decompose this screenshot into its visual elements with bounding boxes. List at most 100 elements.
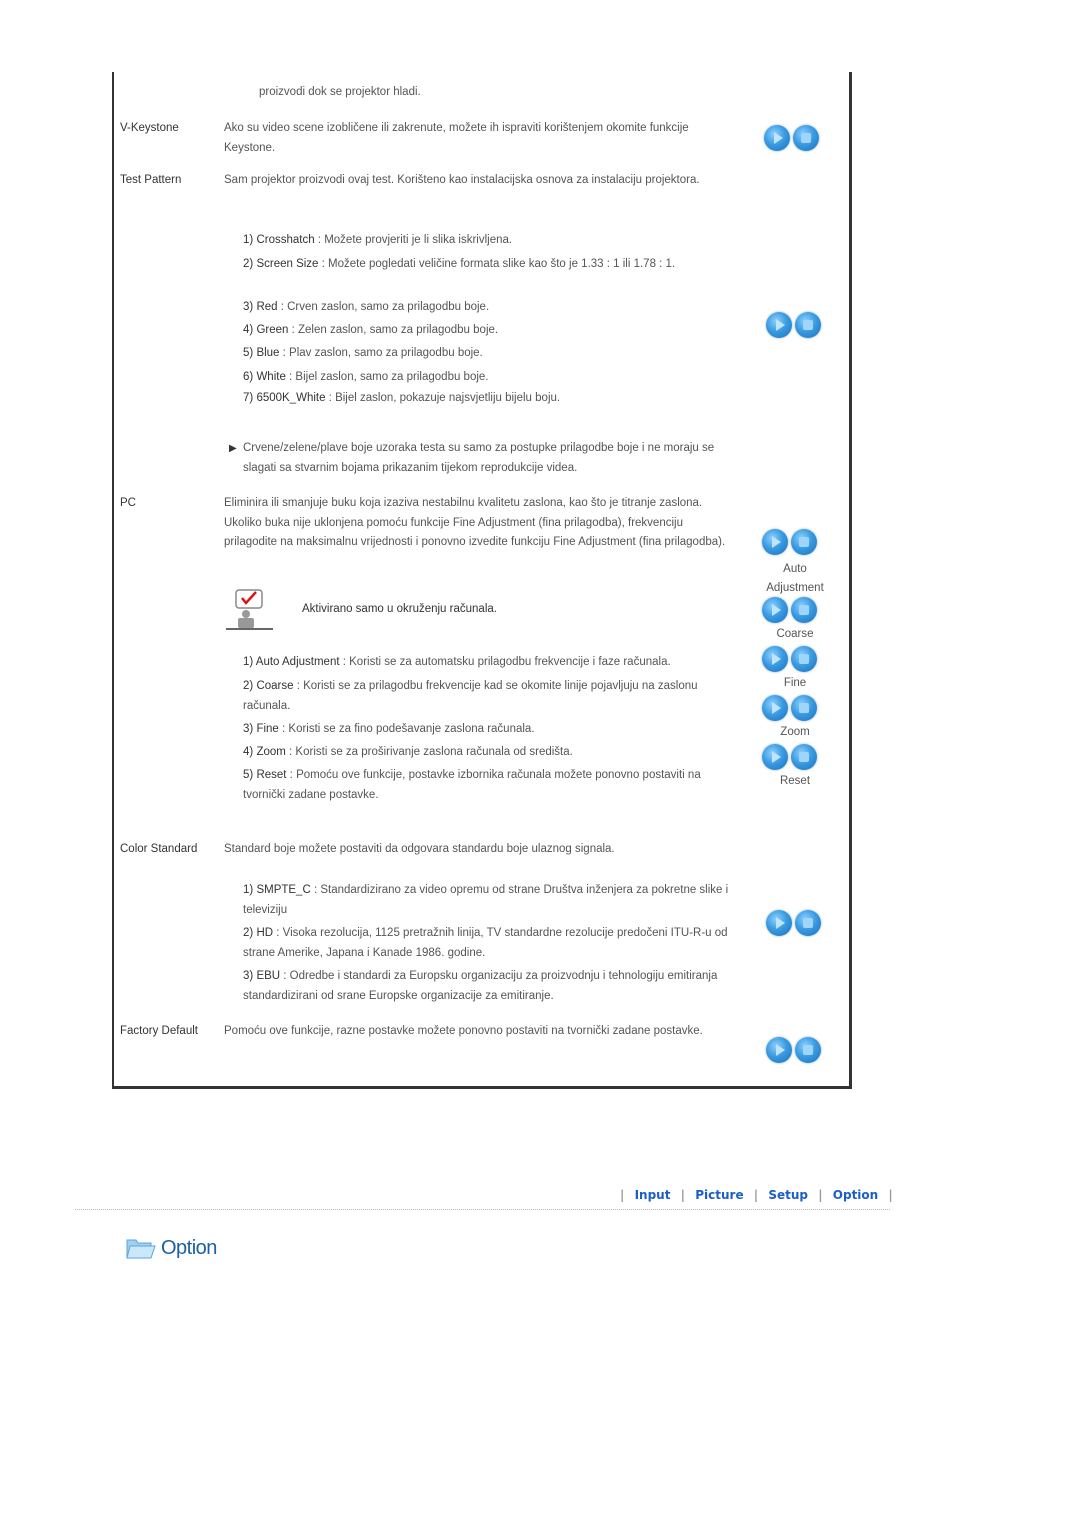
item-text: : Standardizirano za video opremu od str… [243,884,729,916]
play-icon[interactable] [766,910,792,936]
item-text: : Odredbe i standardi za Europsku organi… [243,970,718,1002]
factory-default-label: Factory Default [120,1025,198,1037]
list-item: 5) Reset : Pomoću ove funkcije, postavke… [243,766,733,805]
item-num: 5) [243,347,254,359]
item-text: : Pomoću ove funkcije, postavke izbornik… [243,769,701,801]
nav-link-picture[interactable]: Picture [695,1188,743,1202]
item-num: 3) [243,723,254,735]
nav-link-option[interactable]: Option [833,1188,878,1202]
auto-adjustment-media-buttons [762,529,817,555]
section-nav: | Input | Picture | Setup | Option | [620,1188,893,1202]
stop-icon[interactable] [791,597,817,623]
bullet-arrow-icon: ▶ [229,443,237,454]
play-icon[interactable] [762,529,788,555]
intro-tail: proizvodi dok se projektor hladi. [259,86,421,98]
item-text: : Visoka rezolucija, 1125 pretražnih lin… [243,927,728,959]
folder-icon [126,1239,156,1259]
item-key: EBU [256,970,281,982]
play-icon[interactable] [762,597,788,623]
list-item: 2) HD : Visoka rezolucija, 1125 pretražn… [243,924,733,963]
item-key: 6500K_White [256,392,326,404]
item-num: 5) [243,769,254,781]
stop-icon[interactable] [791,744,817,770]
item-key: SMPTE_C [256,884,311,896]
item-text: : Zelen zaslon, samo za prilagodbu boje. [288,324,499,336]
list-item: 3) Red : Crven zaslon, samo za prilagodb… [243,298,733,318]
stop-icon[interactable] [795,312,821,338]
list-item: 4) Green : Zelen zaslon, samo za prilago… [243,321,733,341]
item-key: Reset [256,769,287,781]
stop-icon[interactable] [791,529,817,555]
stop-icon[interactable] [795,910,821,936]
nav-link-input[interactable]: Input [635,1188,671,1202]
item-num: 2) [243,258,254,270]
factory-default-media-buttons [766,1037,821,1063]
fine-media-buttons [762,646,817,672]
item-num: 1) [243,884,254,896]
play-icon[interactable] [766,312,792,338]
vkeystone-desc: Ako su video scene izobličene ili zakren… [224,122,689,154]
item-num: 3) [243,970,254,982]
item-text: : Koristi se za fino podešavanje zaslona… [278,723,535,735]
color-standard-label: Color Standard [120,843,198,855]
list-item: 6) White : Bijel zaslon, samo za prilago… [243,368,733,388]
stop-icon[interactable] [793,125,819,151]
item-num: 6) [243,371,254,383]
caption-coarse: Coarse [776,628,814,640]
nav-separator: | [620,1188,625,1202]
list-item: 7) 6500K_White : Bijel zaslon, pokazuje … [243,389,733,409]
list-item: 3) Fine : Koristi se za fino podešavanje… [243,720,733,740]
item-num: 2) [243,680,254,692]
zoom-media-buttons [762,695,817,721]
item-text: : Koristi se za prilagodbu frekvencije k… [243,680,698,712]
list-item: 1) SMPTE_C : Standardizirano za video op… [243,881,733,920]
play-icon[interactable] [762,695,788,721]
item-num: 1) [243,656,254,668]
pc-notice: Aktivirano samo u okruženju računala. [302,603,497,615]
coarse-media-buttons [762,597,817,623]
item-text: : Bijel zaslon, samo za prilagodbu boje. [285,371,489,383]
play-icon[interactable] [762,744,788,770]
item-text: : Možete pogledati veličine formata slik… [318,258,676,270]
list-item: 2) Screen Size : Možete pogledati veliči… [243,255,733,275]
test-pattern-desc: Sam projektor proizvodi ovaj test. Koriš… [224,174,700,186]
list-item: 2) Coarse : Koristi se za prilagodbu fre… [243,677,733,716]
stop-icon[interactable] [791,695,817,721]
item-num: 3) [243,301,254,313]
section-title-text: Option [161,1236,217,1259]
factory-default-desc: Pomoću ove funkcije, razne postavke može… [224,1025,703,1037]
item-key: Red [256,301,278,313]
item-text: : Crven zaslon, samo za prilagodbu boje. [277,301,490,313]
caption-reset: Reset [779,775,811,787]
item-text: : Koristi se za proširivanje zaslona rač… [285,746,573,758]
test-pattern-media-buttons [766,312,821,338]
nav-separator: | [888,1188,893,1202]
stop-icon[interactable] [791,646,817,672]
list-item: 4) Zoom : Koristi se za proširivanje zas… [243,743,733,763]
play-icon[interactable] [762,646,788,672]
item-key: Blue [256,347,280,359]
item-key: White [256,371,286,383]
play-icon[interactable] [766,1037,792,1063]
dotted-divider [75,1209,890,1210]
list-item: 1) Auto Adjustment : Koristi se za autom… [243,653,733,673]
item-num: 2) [243,927,254,939]
pc-label: PC [120,497,136,509]
item-num: 4) [243,324,254,336]
pc-desc: Eliminira ili smanjuje buku koja izaziva… [224,497,726,548]
item-key: Green [256,324,289,336]
item-key: Coarse [256,680,294,692]
stop-icon[interactable] [795,1037,821,1063]
item-text: : Možete provjeriti je li slika iskrivlj… [314,234,513,246]
list-item: 3) EBU : Odredbe i standardi za Europsku… [243,967,733,1006]
section-title: Option [125,1234,217,1262]
play-icon[interactable] [764,125,790,151]
item-key: Auto Adjustment [255,656,340,668]
reset-media-buttons [762,744,817,770]
nav-link-setup[interactable]: Setup [768,1188,808,1202]
item-key: HD [256,927,274,939]
list-item: 1) Crosshatch : Možete provjeriti je li … [243,231,733,251]
item-num: 4) [243,746,254,758]
caption-zoom: Zoom [780,726,810,738]
item-num: 1) [243,234,254,246]
